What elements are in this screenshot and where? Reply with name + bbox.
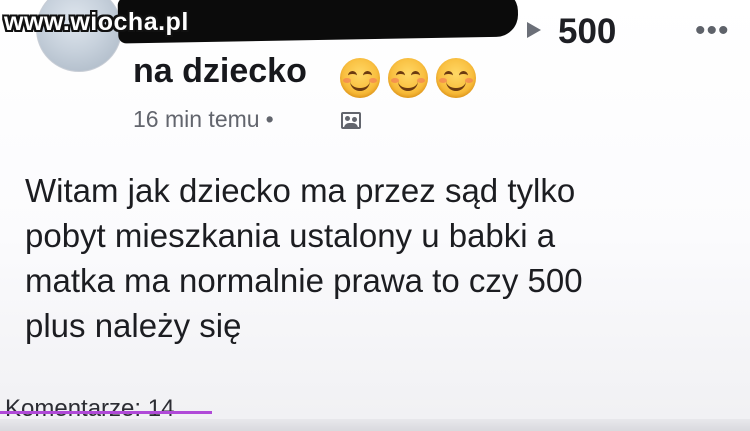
post-card: www.wiocha.pl 500 ••• na dziecko 16 min … bbox=[0, 0, 750, 431]
post-title[interactable]: na dziecko bbox=[133, 52, 307, 91]
post-body: Witam jak dziecko ma przez sąd tylko pob… bbox=[25, 168, 715, 348]
group-icon bbox=[341, 112, 361, 129]
smiling-face-icon bbox=[388, 58, 428, 98]
post-title-amount[interactable]: 500 bbox=[558, 12, 616, 52]
arrow-right-icon bbox=[527, 22, 541, 38]
post-body-line: pobyt mieszkania ustalony u babki a bbox=[25, 217, 556, 254]
post-body-line: Witam jak dziecko ma przez sąd tylko bbox=[25, 172, 576, 209]
post-meta: 16 min temu • bbox=[133, 106, 280, 133]
watermark: www.wiocha.pl bbox=[4, 8, 189, 36]
separator: • bbox=[265, 106, 274, 132]
timestamp[interactable]: 16 min temu bbox=[133, 106, 260, 132]
smiling-face-icon bbox=[436, 58, 476, 98]
post-body-line: plus należy się bbox=[25, 307, 242, 344]
more-options-icon[interactable]: ••• bbox=[695, 14, 730, 48]
post-body-line: matka ma normalnie prawa to czy 500 bbox=[25, 262, 583, 299]
comments-underline bbox=[0, 411, 212, 414]
bottom-divider bbox=[0, 419, 750, 431]
smiling-face-icon bbox=[340, 58, 380, 98]
